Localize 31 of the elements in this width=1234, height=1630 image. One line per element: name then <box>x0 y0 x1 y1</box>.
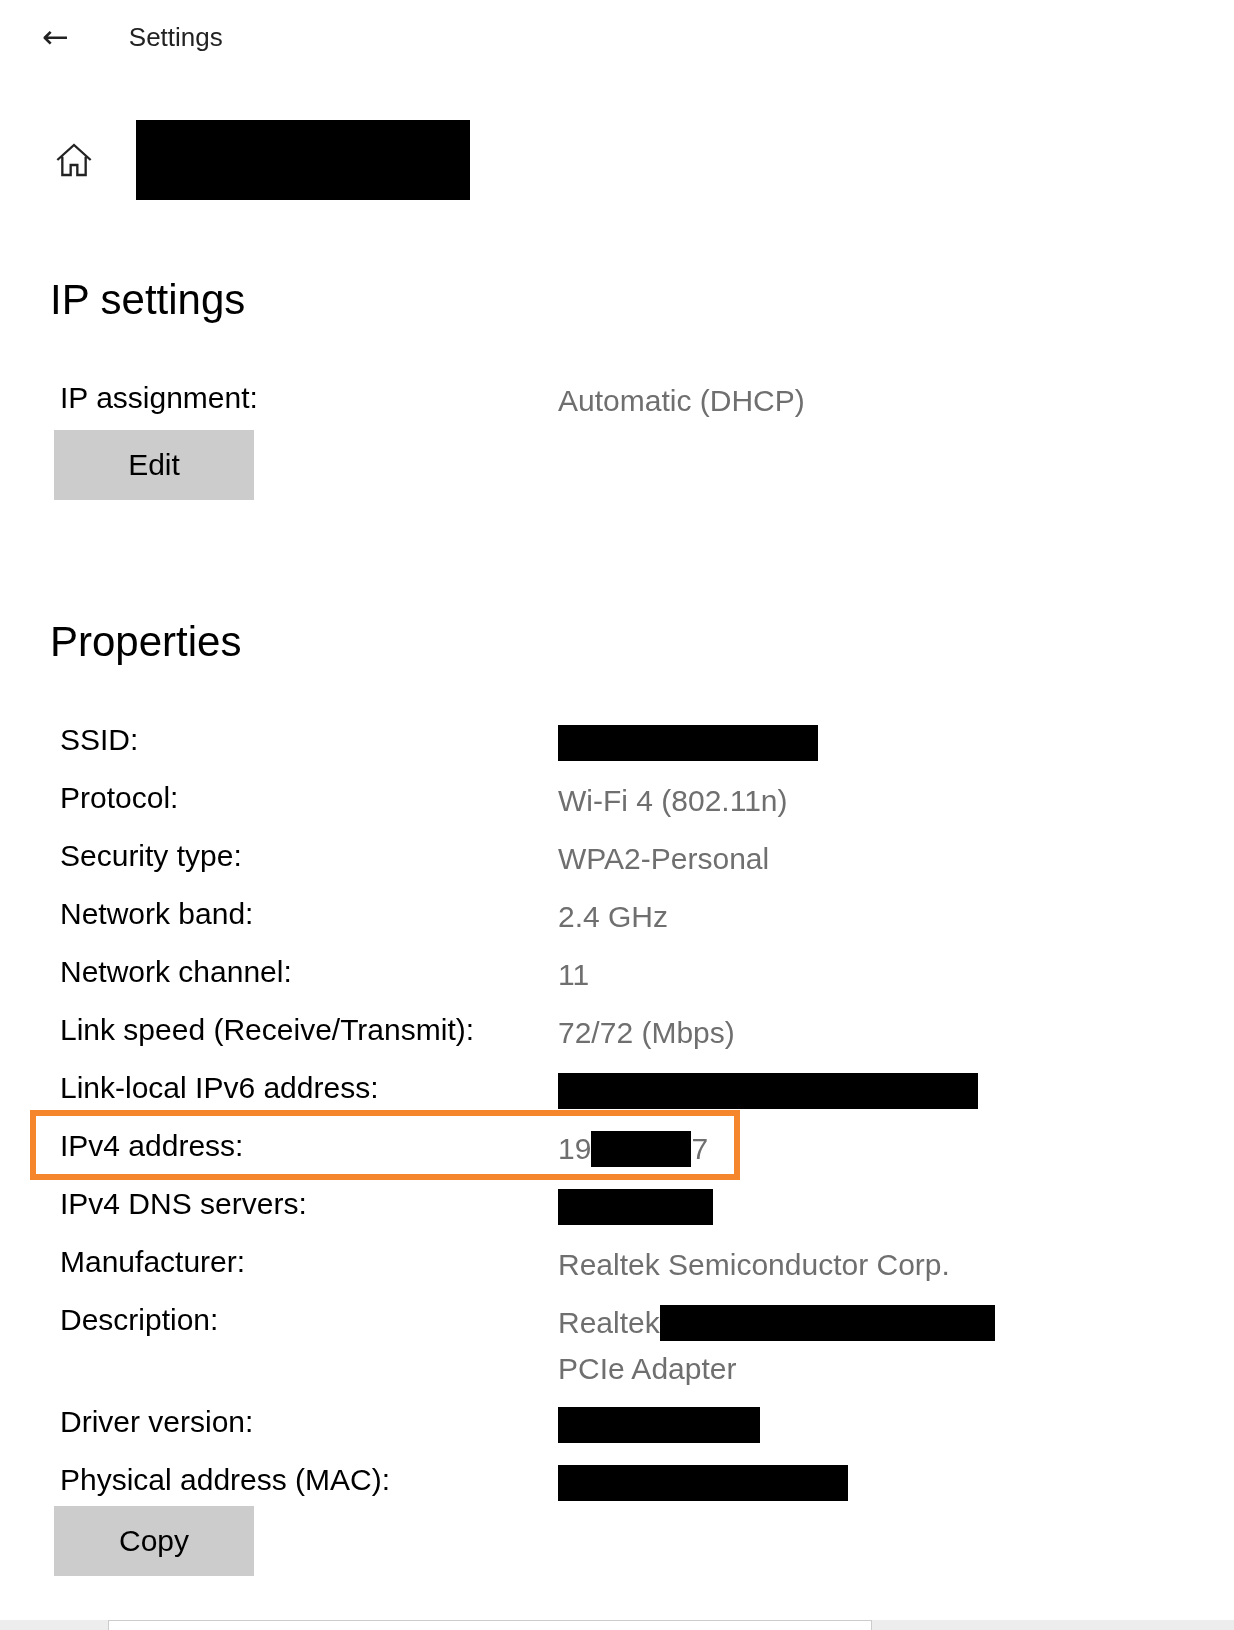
property-label: Driver version: <box>60 1404 255 1440</box>
property-label: Link speed (Receive/Transmit): <box>60 1012 476 1048</box>
property-label: IPv4 address: <box>60 1128 245 1164</box>
back-button[interactable]: ← <box>38 18 73 56</box>
property-label: Network channel: <box>60 954 293 990</box>
property-value: Realtek Semiconductor Corp. <box>558 1247 950 1283</box>
property-label: Physical address (MAC): <box>60 1462 392 1498</box>
property-value: WPA2-Personal <box>558 841 770 877</box>
property-label: SSID: <box>60 722 140 758</box>
property-label: Network band: <box>60 896 255 932</box>
property-label: Link-local IPv6 address: <box>60 1070 380 1106</box>
section-heading: Properties <box>50 618 243 666</box>
property-value: Automatic (DHCP) <box>558 383 805 419</box>
copy-button[interactable]: Copy <box>54 1506 254 1576</box>
property-value: 2.4 GHz <box>558 899 669 935</box>
property-value: Realtek <box>558 1305 660 1341</box>
property-value: 11 <box>558 957 590 993</box>
property-value: 72/72 (Mbps) <box>558 1015 735 1051</box>
window-title: Settings <box>128 21 223 53</box>
property-label: IPv4 DNS servers: <box>60 1186 308 1222</box>
property-value: 19 <box>558 1131 592 1167</box>
property-value: PCIe Adapter <box>558 1351 737 1387</box>
property-label: Manufacturer: <box>60 1244 247 1280</box>
edit-button[interactable]: Edit <box>54 430 254 500</box>
property-value: 7 <box>691 1131 709 1167</box>
property-label: Description: <box>60 1302 220 1338</box>
property-label: Security type: <box>60 838 243 874</box>
section-heading: IP settings <box>50 276 247 324</box>
property-label: Protocol: <box>60 780 180 816</box>
property-label: IP assignment: <box>60 380 259 416</box>
property-value: Wi-Fi 4 (802.11n) <box>558 783 788 819</box>
